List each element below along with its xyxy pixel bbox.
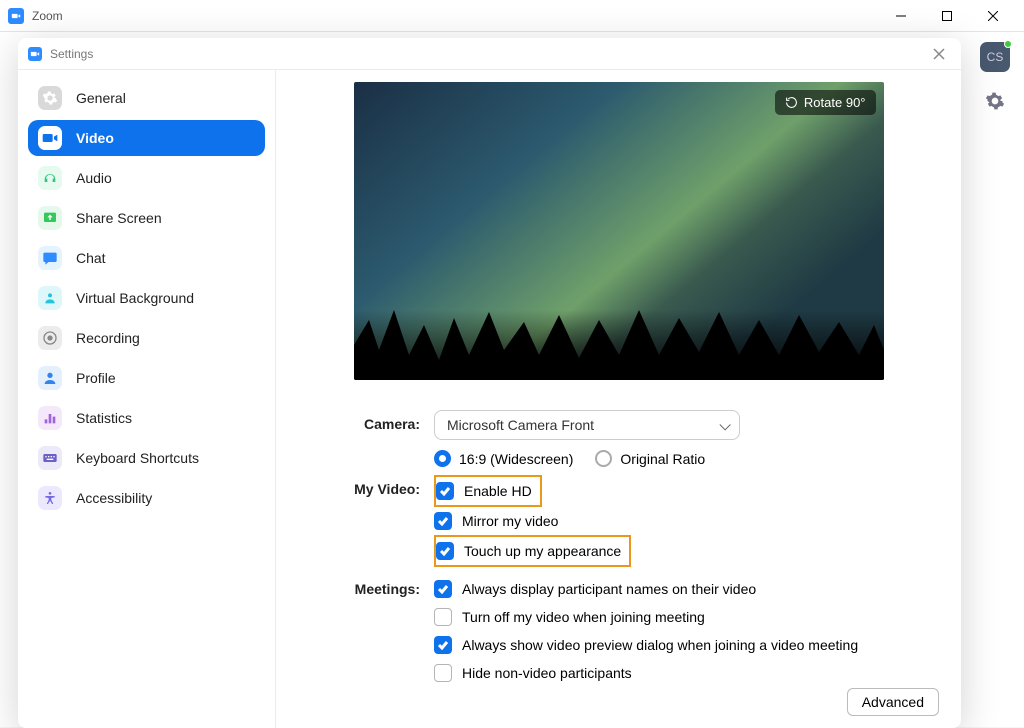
checkbox-icon xyxy=(434,608,452,626)
hide-nonvideo-checkbox[interactable]: Hide non-video participants xyxy=(434,659,943,687)
vbg-icon xyxy=(38,286,62,310)
checkbox-icon xyxy=(434,636,452,654)
checkbox-icon xyxy=(434,512,452,530)
minimize-button[interactable] xyxy=(878,0,924,32)
preview-dialog-checkbox[interactable]: Always show video preview dialog when jo… xyxy=(434,631,943,659)
sidebar-item-audio[interactable]: Audio xyxy=(28,160,265,196)
advanced-button[interactable]: Advanced xyxy=(847,688,939,716)
kbd-icon xyxy=(38,446,62,470)
radio-icon xyxy=(434,450,451,467)
stats-icon xyxy=(38,406,62,430)
zoom-icon xyxy=(28,47,42,61)
gear-icon xyxy=(38,86,62,110)
sidebar-item-share-screen[interactable]: Share Screen xyxy=(28,200,265,236)
dialog-close-button[interactable] xyxy=(927,42,951,66)
settings-sidebar: General Video Audio Share Screen Chat Virtual… xyxy=(18,70,276,728)
ratio-original[interactable]: Original Ratio xyxy=(595,450,705,467)
radio-icon xyxy=(595,450,612,467)
sidebar-item-chat[interactable]: Chat xyxy=(28,240,265,276)
sidebar-item-accessibility[interactable]: Accessibility xyxy=(28,480,265,516)
sidebar-item-video[interactable]: Video xyxy=(28,120,265,156)
sidebar-item-label: Keyboard Shortcuts xyxy=(76,450,199,466)
sidebar-item-general[interactable]: General xyxy=(28,80,265,116)
close-button[interactable] xyxy=(970,0,1016,32)
touchup-checkbox[interactable]: Touch up my appearance xyxy=(436,537,621,565)
checkbox-icon xyxy=(434,580,452,598)
camera-value: Microsoft Camera Front xyxy=(447,417,594,433)
sidebar-item-label: Share Screen xyxy=(76,210,162,226)
app-title: Zoom xyxy=(32,9,878,23)
sidebar-item-label: Chat xyxy=(76,250,106,266)
sidebar-item-keyboard-shortcuts[interactable]: Keyboard Shortcuts xyxy=(28,440,265,476)
enable-hd-checkbox[interactable]: Enable HD xyxy=(436,477,532,505)
sidebar-item-label: Recording xyxy=(76,330,140,346)
checkbox-icon xyxy=(436,542,454,560)
video-icon xyxy=(38,126,62,150)
sidebar-item-label: Audio xyxy=(76,170,112,186)
turnoff-video-checkbox[interactable]: Turn off my video when joining meeting xyxy=(434,603,943,631)
mirror-video-checkbox[interactable]: Mirror my video xyxy=(434,507,943,535)
zoom-icon xyxy=(8,8,24,24)
meetings-label: Meetings: xyxy=(294,575,434,687)
maximize-button[interactable] xyxy=(924,0,970,32)
sidebar-item-recording[interactable]: Recording xyxy=(28,320,265,356)
chat-icon xyxy=(38,246,62,270)
video-preview: Rotate 90° xyxy=(354,82,884,380)
settings-gear-button[interactable] xyxy=(984,90,1006,112)
camera-select[interactable]: Microsoft Camera Front xyxy=(434,410,740,440)
checkbox-icon xyxy=(434,664,452,682)
sidebar-item-label: Statistics xyxy=(76,410,132,426)
avatar[interactable]: CS xyxy=(980,42,1010,72)
sidebar-item-statistics[interactable]: Statistics xyxy=(28,400,265,436)
sidebar-item-label: Profile xyxy=(76,370,116,386)
sidebar-item-label: Video xyxy=(76,130,114,146)
a11y-icon xyxy=(38,486,62,510)
sidebar-item-label: Virtual Background xyxy=(76,290,194,306)
settings-dialog: Settings General Video Audio Share Screen Ch… xyxy=(18,38,961,728)
rotate-label: Rotate 90° xyxy=(804,95,866,110)
ratio-widescreen[interactable]: 16:9 (Widescreen) xyxy=(434,450,573,467)
audio-icon xyxy=(38,166,62,190)
status-indicator xyxy=(1004,40,1012,48)
rec-icon xyxy=(38,326,62,350)
checkbox-icon xyxy=(436,482,454,500)
sidebar-item-label: Accessibility xyxy=(76,490,152,506)
rotate-button[interactable]: Rotate 90° xyxy=(775,90,876,115)
share-icon xyxy=(38,206,62,230)
sidebar-item-label: General xyxy=(76,90,126,106)
display-names-checkbox[interactable]: Always display participant names on thei… xyxy=(434,575,943,603)
main-titlebar: Zoom xyxy=(0,0,1024,32)
avatar-initials: CS xyxy=(987,50,1004,64)
dialog-title: Settings xyxy=(50,47,927,61)
sidebar-item-virtual-background[interactable]: Virtual Background xyxy=(28,280,265,316)
sidebar-item-profile[interactable]: Profile xyxy=(28,360,265,396)
myvideo-label: My Video: xyxy=(294,475,434,567)
profile-icon xyxy=(38,366,62,390)
camera-label: Camera: xyxy=(294,410,434,467)
settings-content: Rotate 90° Camera: Microsoft Camera Fron… xyxy=(276,70,961,728)
